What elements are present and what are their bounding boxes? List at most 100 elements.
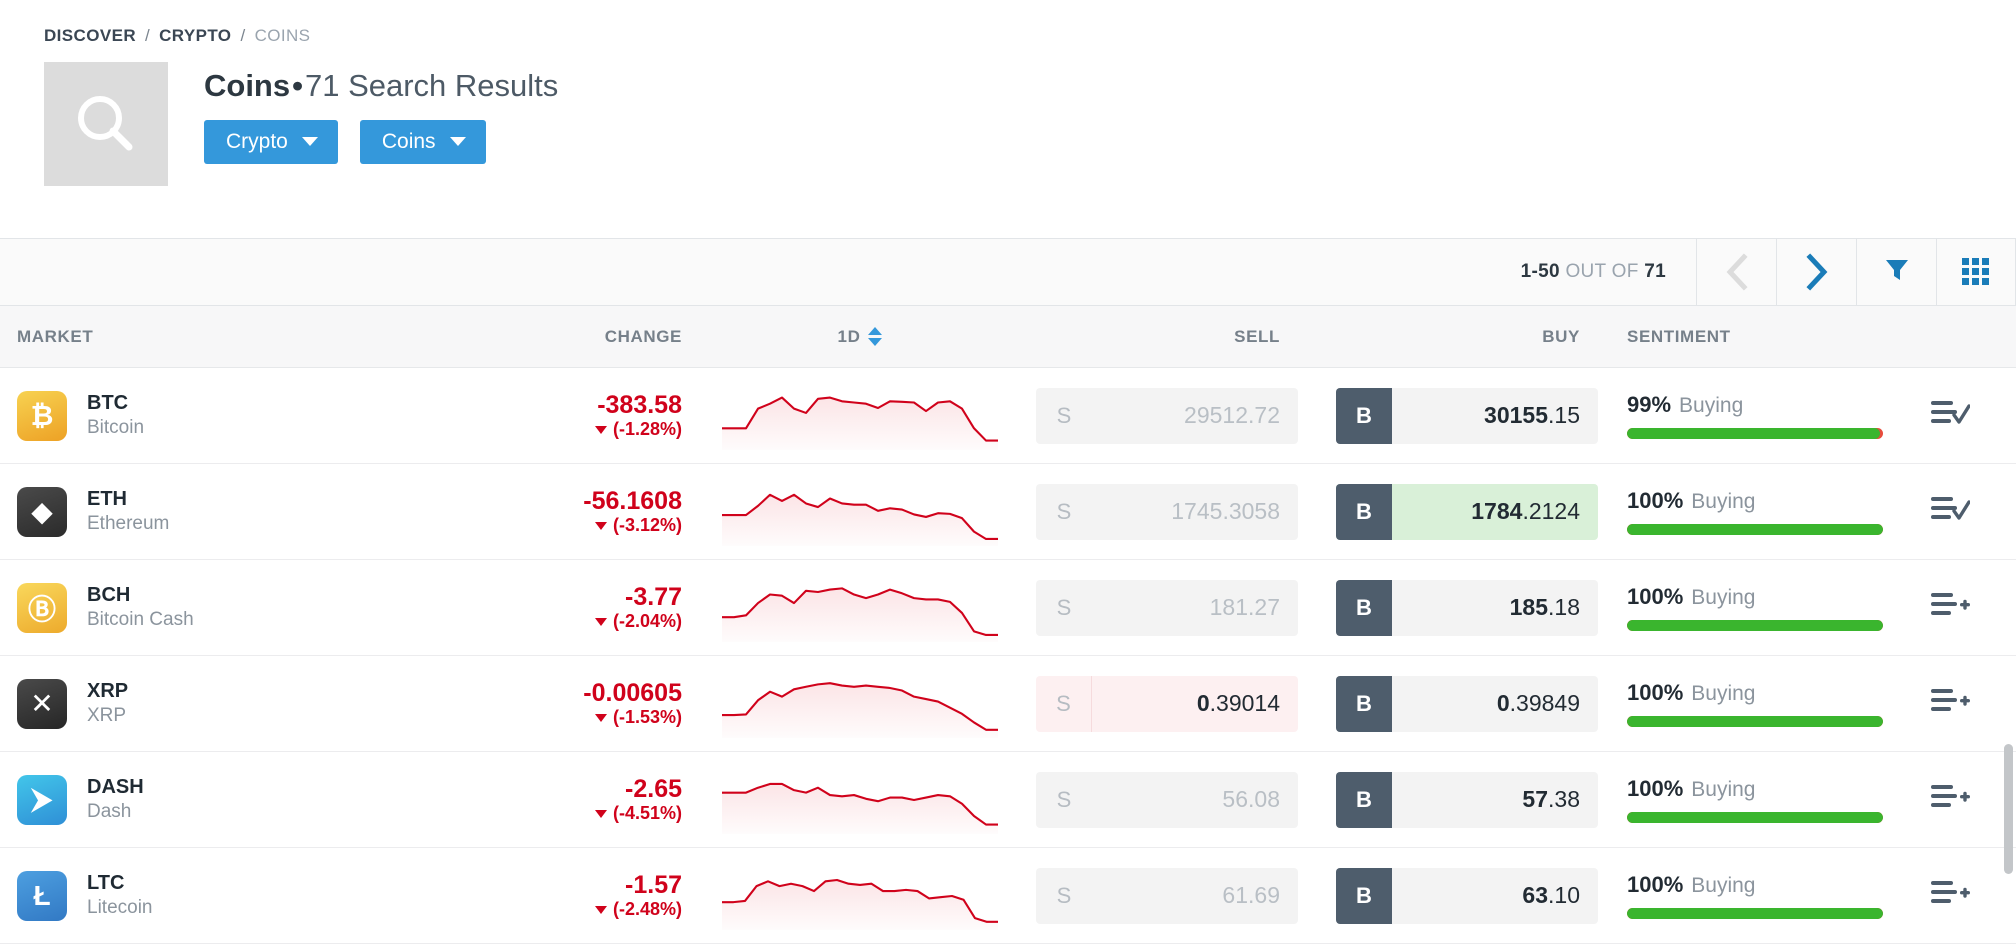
pagination-range: 1-50 — [1520, 261, 1560, 282]
watchlist-add-icon[interactable] — [1930, 782, 1970, 817]
actions-cell[interactable] — [1900, 398, 2000, 433]
market-cell[interactable]: Ł LTC Litecoin — [0, 870, 380, 921]
caret-down-icon — [594, 617, 607, 626]
watchlist-add-icon[interactable] — [1930, 878, 1970, 913]
sell-cell[interactable]: S 56.08 — [1020, 771, 1310, 828]
table-row[interactable]: ₿ BTC Bitcoin -383.58 (-1.28%) S 29512.72 B 3015… — [0, 368, 2016, 464]
market-cell[interactable]: ⮞ DASH Dash — [0, 774, 380, 825]
sell-button[interactable]: S 29512.72 — [1036, 387, 1298, 444]
change-percent-wrap: (-1.53%) — [380, 707, 682, 728]
sparkline-cell[interactable] — [700, 574, 1020, 642]
buy-tag: B — [1336, 867, 1392, 924]
buy-cell[interactable]: B 63.10 — [1310, 867, 1610, 924]
sparkline-cell[interactable] — [700, 382, 1020, 450]
market-cell[interactable]: ✕ XRP XRP — [0, 678, 380, 729]
buy-button[interactable]: B 57.38 — [1336, 771, 1598, 828]
sell-button[interactable]: S 0.39014 — [1036, 675, 1298, 732]
sell-cell[interactable]: S 1745.3058 — [1020, 483, 1310, 540]
actions-cell[interactable] — [1900, 782, 2000, 817]
watchlist-add-icon[interactable] — [1930, 590, 1970, 625]
filter-button-crypto-label: Crypto — [226, 130, 288, 153]
filter-button-crypto[interactable]: Crypto — [204, 120, 338, 164]
buy-cell[interactable]: B 0.39849 — [1310, 675, 1610, 732]
buy-price-dec: .10 — [1548, 882, 1580, 908]
watchlist-check-icon[interactable] — [1930, 398, 1971, 433]
table-row[interactable]: ◆ ETH Ethereum -56.1608 (-3.12%) S 1745.3058 B 1… — [0, 464, 2016, 560]
sparkline-cell[interactable] — [700, 670, 1020, 738]
sparkline-cell[interactable] — [700, 766, 1020, 834]
actions-cell[interactable] — [1900, 878, 2000, 913]
change-percent-wrap: (-2.04%) — [380, 611, 682, 632]
actions-cell[interactable] — [1900, 494, 2000, 529]
page-title-results: 71 Search Results — [304, 68, 559, 103]
market-symbol: DASH — [87, 775, 144, 798]
column-header-sentiment[interactable]: SENTIMENT — [1610, 327, 1900, 347]
sentiment-cell: 100% Buying — [1610, 680, 1900, 727]
buy-cell[interactable]: B 30155.15 — [1310, 387, 1610, 444]
sparkline-cell[interactable] — [700, 862, 1020, 930]
buy-price-int: 57 — [1522, 786, 1549, 812]
sell-cell[interactable]: S 181.27 — [1020, 579, 1310, 636]
actions-cell[interactable] — [1900, 686, 2000, 721]
sell-button[interactable]: S 1745.3058 — [1036, 483, 1298, 540]
buy-button[interactable]: B 0.39849 — [1336, 675, 1598, 732]
scrollbar-thumb[interactable] — [2004, 744, 2013, 874]
sentiment-label: Buying — [1691, 874, 1756, 897]
buy-button[interactable]: B 1784.2124 — [1336, 483, 1598, 540]
filter-toggle-button[interactable] — [1856, 239, 1936, 305]
buy-cell[interactable]: B 185.18 — [1310, 579, 1610, 636]
watchlist-check-icon[interactable] — [1930, 494, 1971, 529]
sparkline-cell[interactable] — [700, 478, 1020, 546]
buy-cell[interactable]: B 1784.2124 — [1310, 483, 1610, 540]
market-cell[interactable]: ◆ ETH Ethereum — [0, 486, 380, 537]
watchlist-add-icon[interactable] — [1930, 686, 1970, 721]
breadcrumb-item-discover[interactable]: DISCOVER — [44, 26, 136, 46]
pagination-total: 71 — [1644, 261, 1666, 282]
grid-view-button[interactable] — [1936, 239, 2016, 305]
sell-button[interactable]: S 56.08 — [1036, 771, 1298, 828]
filter-button-coins[interactable]: Coins — [359, 120, 486, 164]
sell-button[interactable]: S 181.27 — [1036, 579, 1298, 636]
sell-price: 61.69 — [1092, 868, 1298, 924]
market-cell[interactable]: ₿ BTC Bitcoin — [0, 390, 380, 441]
buy-price-dec: .38 — [1548, 786, 1580, 812]
column-header-change[interactable]: CHANGE — [380, 327, 700, 347]
table-row[interactable]: Ł LTC Litecoin -1.57 (-2.48%) S 61.69 B 63.10 100… — [0, 848, 2016, 944]
column-header-sell[interactable]: SELL — [1020, 327, 1310, 347]
column-header-buy[interactable]: BUY — [1310, 327, 1610, 347]
sell-cell[interactable]: S 29512.72 — [1020, 387, 1310, 444]
sell-tag: S — [1056, 594, 1072, 620]
market-cell[interactable]: Ⓑ BCH Bitcoin Cash — [0, 582, 380, 633]
pagination-prev-button[interactable] — [1696, 239, 1776, 305]
table-row[interactable]: Ⓑ BCH Bitcoin Cash -3.77 (-2.04%) S 181.27 B 185… — [0, 560, 2016, 656]
breadcrumb-item-crypto[interactable]: CRYPTO — [159, 26, 231, 46]
sell-price-dec: .72 — [1248, 402, 1280, 428]
buy-tag: B — [1336, 387, 1392, 444]
sell-button[interactable]: S 61.69 — [1036, 867, 1298, 924]
actions-cell[interactable] — [1900, 590, 2000, 625]
buy-button[interactable]: B 63.10 — [1336, 867, 1598, 924]
sell-price: 29512.72 — [1092, 388, 1298, 444]
chevron-left-icon — [1724, 253, 1750, 291]
column-header-timeframe[interactable]: 1D — [700, 327, 1020, 347]
buy-button[interactable]: B 185.18 — [1336, 579, 1598, 636]
change-percent: (-4.51%) — [612, 803, 682, 824]
change-percent-wrap: (-2.48%) — [380, 899, 682, 920]
sentiment-cell: 100% Buying — [1610, 584, 1900, 631]
caret-down-icon — [594, 521, 607, 530]
vertical-scrollbar[interactable] — [2004, 744, 2013, 946]
buy-button[interactable]: B 30155.15 — [1336, 387, 1598, 444]
sort-arrows-icon[interactable] — [868, 327, 883, 346]
buy-cell[interactable]: B 57.38 — [1310, 771, 1610, 828]
sparkline-chart — [722, 382, 998, 450]
sell-cell[interactable]: S 0.39014 — [1020, 675, 1310, 732]
column-header-market[interactable]: MARKET — [0, 327, 380, 347]
table-row[interactable]: ✕ XRP XRP -0.00605 (-1.53%) S 0.39014 B 0.39849 1… — [0, 656, 2016, 752]
pagination-next-button[interactable] — [1776, 239, 1856, 305]
sell-cell[interactable]: S 61.69 — [1020, 867, 1310, 924]
change-absolute: -1.57 — [625, 870, 682, 899]
sell-price-dec: .39014 — [1209, 690, 1280, 716]
bitcoin-cash-icon: Ⓑ — [17, 582, 67, 633]
caret-down-icon — [594, 809, 607, 818]
table-row[interactable]: ⮞ DASH Dash -2.65 (-4.51%) S 56.08 B 57.38 100% Bu… — [0, 752, 2016, 848]
